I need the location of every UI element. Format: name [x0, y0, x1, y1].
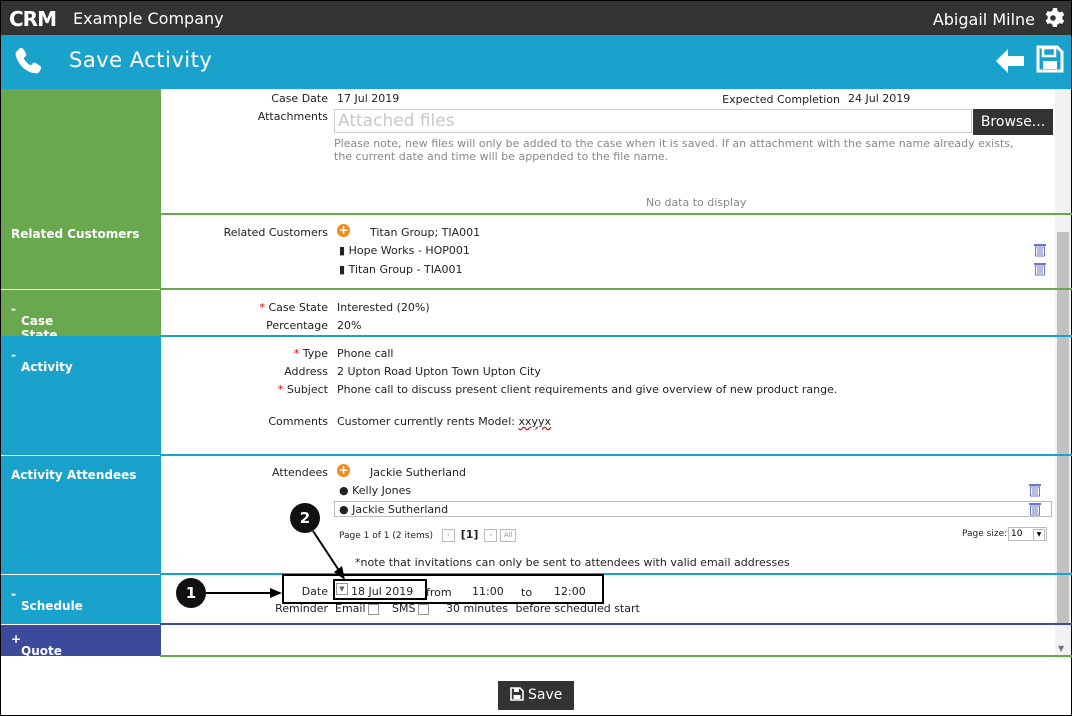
save-button[interactable]: Save: [498, 681, 574, 710]
save-button-label: Save: [528, 687, 563, 703]
save-icon: [509, 687, 524, 701]
callout-arrows: [206, 530, 345, 598]
